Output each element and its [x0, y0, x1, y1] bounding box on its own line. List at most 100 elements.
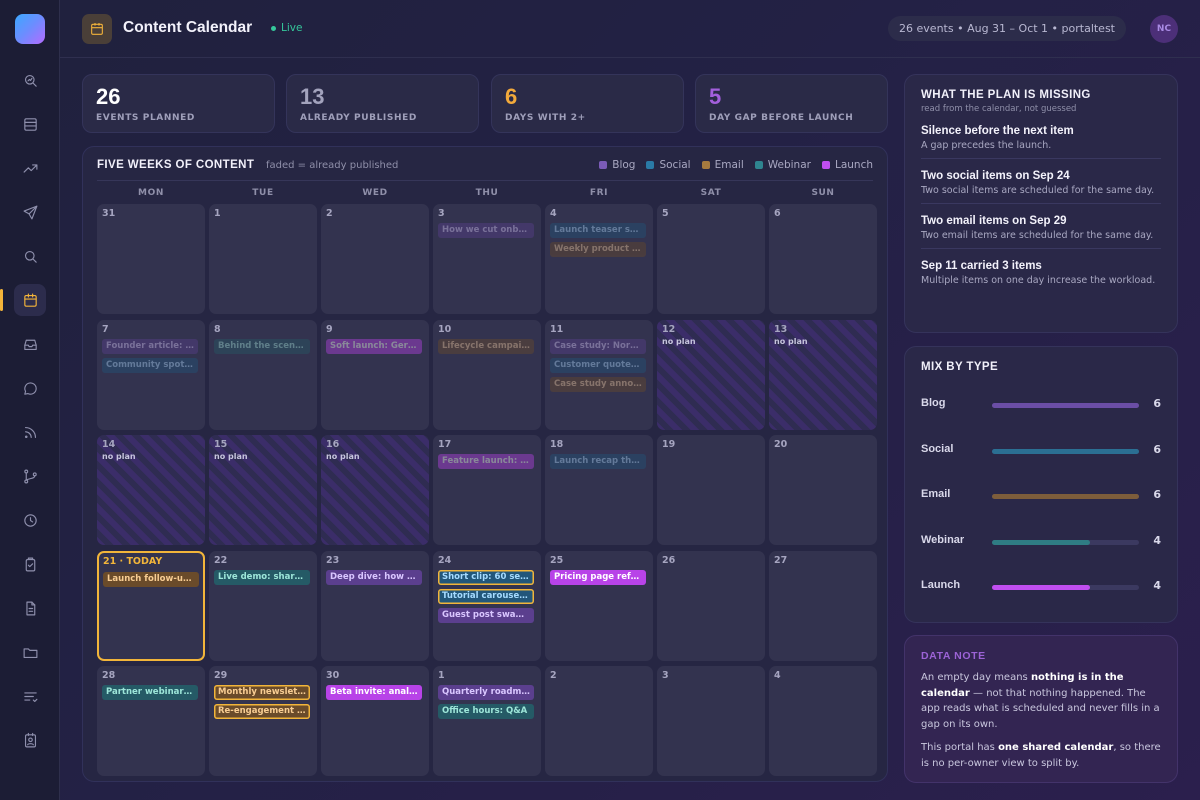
day-number: 27 [774, 554, 788, 566]
event-chip-social[interactable]: Short clip: 60 seconds [438, 569, 534, 585]
calendar-day[interactable]: 6 [769, 204, 877, 314]
event-chip-blog[interactable]: Founder article: lessons [102, 338, 198, 354]
sidebar-item-layout[interactable] [14, 108, 46, 140]
sidebar-item-contact[interactable] [14, 724, 46, 756]
data-note-paragraph: An empty day means nothing is in the cal… [921, 670, 1161, 732]
calendar-day[interactable]: 28 Partner webinar: integrations [97, 666, 205, 776]
event-chip-email[interactable]: Lifecycle campaign kickoff [438, 338, 534, 354]
event-chip-social[interactable]: Tutorial carousel posts [438, 588, 534, 604]
event-chip-social[interactable]: Launch recap thread [550, 454, 646, 469]
calendar-day[interactable]: 24 Short clip: 60 seconds Tutorial carouse… [433, 550, 541, 661]
calendar-day[interactable]: 11 Case study: Nordic retail Customer quot… [545, 319, 653, 430]
sidebar-item-clock[interactable] [14, 504, 46, 536]
calendar-day[interactable]: 4 Launch teaser series Weekly product dige… [545, 204, 653, 314]
day-number: 19 [662, 439, 676, 450]
calendar-day[interactable]: 29 Monthly newsletter Re-engagement drip [209, 666, 317, 776]
calendar-day[interactable]: 1 [209, 204, 317, 314]
calendar-day[interactable]: 8 Behind the scenes agenda [209, 319, 317, 430]
event-chip-blog[interactable]: Quarterly roadmap post [438, 685, 534, 700]
stat-value: 26 [96, 84, 121, 109]
calendar-day[interactable]: 16 no plan [321, 435, 429, 545]
event-chip-launch[interactable]: Beta invite: analytics [326, 685, 422, 700]
calendar-day[interactable]: 2 [545, 666, 653, 776]
calendar-day[interactable]: 10 Lifecycle campaign kickoff [433, 319, 541, 430]
calendar-day[interactable]: 3 How we cut onboarding time [433, 204, 541, 314]
event-chip-email[interactable]: Launch follow-up tips [103, 571, 199, 587]
calendar-day[interactable]: 26 [657, 550, 765, 661]
sidebar-item-list-filter[interactable] [14, 680, 46, 712]
event-chip-email[interactable]: Case study announcement [550, 376, 646, 392]
calendar-day[interactable]: 25 Pricing page refresh [545, 550, 653, 661]
calendar-day[interactable]: 13 no plan [769, 319, 877, 430]
event-chip-webinar[interactable]: Live demo: shared inbox [214, 569, 310, 585]
live-dot-icon [271, 25, 276, 31]
day-number: 1 [214, 208, 221, 219]
stat-value: 6 [505, 84, 518, 109]
sidebar-item-clipboard-check[interactable] [14, 548, 46, 580]
calendar-day[interactable]: 23 Deep dive: how sharing works [321, 550, 429, 661]
gap-item[interactable]: Sep 11 carried 3 items Multiple items on … [921, 249, 1161, 293]
gap-item[interactable]: Two social items on Sep 24 Two social ite… [921, 159, 1161, 204]
sidebar-item-chat[interactable] [14, 372, 46, 404]
sidebar-item-folder[interactable] [14, 636, 46, 668]
calendar-day[interactable]: 9 Soft launch: Germany [321, 319, 429, 430]
calendar-day[interactable]: 5 [657, 204, 765, 314]
event-chip-webinar[interactable]: Partner webinar: integrations [102, 685, 198, 700]
event-chip-email[interactable]: Re-engagement drip [214, 704, 310, 719]
calendar-day[interactable]: 15 no plan [209, 435, 317, 545]
legend-item-blog: Blog [599, 159, 635, 171]
sidebar-item-send[interactable] [14, 196, 46, 228]
app-logo[interactable] [15, 14, 45, 44]
event-chip-blog[interactable]: Deep dive: how sharing works [326, 569, 422, 585]
event-chip-social[interactable]: Customer quote cards [550, 357, 646, 373]
calendar-day[interactable]: 27 [769, 550, 877, 661]
sidebar-item-search[interactable] [14, 240, 46, 272]
mix-row-blog: Blog 6 [921, 397, 1161, 413]
calendar-day[interactable]: 20 [769, 435, 877, 545]
mix-label: Webinar [921, 533, 965, 546]
event-chip-blog[interactable]: How we cut onboarding time [438, 223, 534, 238]
sidebar-item-trending-up[interactable] [14, 152, 46, 184]
sidebar-item-chart-search[interactable] [14, 64, 46, 96]
sidebar-item-document[interactable] [14, 592, 46, 624]
event-chip-launch[interactable]: Pricing page refresh [550, 569, 646, 585]
sidebar-item-rss[interactable] [14, 416, 46, 448]
event-chip-launch[interactable]: Soft launch: Germany [326, 338, 422, 354]
event-chip-webinar[interactable]: Behind the scenes agenda [214, 338, 310, 354]
calendar-day[interactable]: 4 [769, 666, 877, 776]
event-chip-email[interactable]: Weekly product digest [550, 242, 646, 257]
event-chip-social[interactable]: Launch teaser series [550, 223, 646, 238]
calendar-day[interactable]: 1 Quarterly roadmap post Office hours: Q&A [433, 666, 541, 776]
day-number: 24 [438, 554, 452, 566]
sidebar-item-calendar[interactable] [14, 284, 46, 316]
event-chip-blog[interactable]: Guest post swap with partner [438, 607, 534, 623]
calendar-day[interactable]: 31 [97, 204, 205, 314]
day-number: 8 [214, 323, 221, 335]
avatar[interactable]: NC [1150, 15, 1178, 43]
event-chip-email[interactable]: Monthly newsletter [214, 685, 310, 700]
calendar-day[interactable]: 7 Founder article: lessons Community spotl… [97, 319, 205, 430]
event-chip-webinar[interactable]: Office hours: Q&A [438, 704, 534, 719]
calendar-day-today[interactable]: 21 · TODAY Launch follow-up tips [97, 550, 205, 661]
sidebar-item-git-branch[interactable] [14, 460, 46, 492]
chat-icon [23, 381, 37, 395]
sidebar-item-inbox[interactable] [14, 328, 46, 360]
day-number: 21 · TODAY [103, 555, 163, 567]
mix-title: MIX BY TYPE [921, 361, 999, 373]
event-chip-social[interactable]: Community spotlight [102, 357, 198, 373]
calendar-day[interactable]: 22 Live demo: shared inbox [209, 550, 317, 661]
weekday-header: SAT [700, 188, 722, 198]
calendar-day[interactable]: 3 [657, 666, 765, 776]
calendar-day[interactable]: 30 Beta invite: analytics [321, 666, 429, 776]
calendar-day[interactable]: 12 no plan [657, 319, 765, 430]
event-chip-launch[interactable]: Feature launch: sharing [438, 454, 534, 469]
calendar-day[interactable]: 17 Feature launch: sharing [433, 435, 541, 545]
calendar-day[interactable]: 19 [657, 435, 765, 545]
event-chip-blog[interactable]: Case study: Nordic retail [550, 338, 646, 354]
calendar-panel: FIVE WEEKS OF CONTENT faded = already pu… [82, 146, 888, 782]
calendar-day[interactable]: 2 [321, 204, 429, 314]
gap-item[interactable]: Silence before the next item A gap preced… [921, 114, 1161, 159]
gap-item[interactable]: Two email items on Sep 29 Two email items… [921, 204, 1161, 249]
calendar-day[interactable]: 18 Launch recap thread [545, 435, 653, 545]
calendar-day[interactable]: 14 no plan [97, 435, 205, 545]
